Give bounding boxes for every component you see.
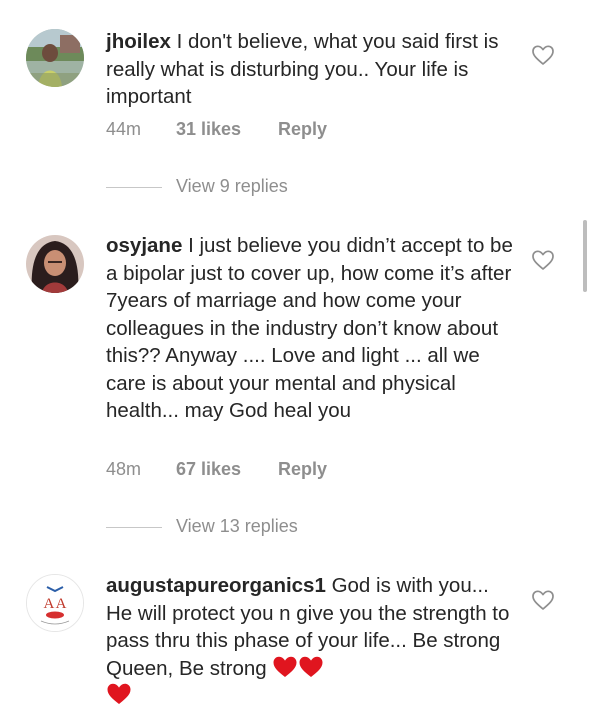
avatar-image — [26, 29, 84, 87]
comment-username[interactable]: augustapureorganics1 — [106, 574, 326, 597]
comment-meta: 44m 31 likes Reply — [106, 119, 327, 140]
comment-username[interactable]: osyjane — [106, 234, 182, 257]
avatar-augustapureorganics1[interactable]: A A — [26, 574, 84, 632]
view-replies-label: View 13 replies — [176, 516, 298, 536]
heart-outline-svg — [532, 250, 554, 270]
view-replies-divider — [106, 186, 162, 188]
comment-text: I just believe you didn’t accept to be a… — [106, 234, 513, 422]
red-heart-emoji — [272, 655, 298, 679]
brand-logo-text: A A — [44, 596, 67, 612]
heart-outline-icon[interactable] — [531, 44, 555, 66]
comment-meta: 48m 67 likes Reply — [106, 459, 327, 480]
avatar-jhoilex[interactable] — [26, 29, 84, 87]
heart-outline-svg — [532, 45, 554, 65]
scrollbar[interactable] — [583, 220, 587, 292]
comment-time: 48m — [106, 459, 142, 479]
view-replies-divider — [106, 526, 162, 528]
comment-text-block: jhoilex I don't believe, what you said f… — [106, 28, 516, 111]
heart-outline-svg — [532, 590, 554, 610]
comment-username[interactable]: jhoilex — [106, 30, 171, 53]
brand-logo-image: A A — [27, 575, 83, 631]
view-replies-label: View 9 replies — [176, 176, 288, 196]
comment-likes[interactable]: 31 likes — [176, 119, 278, 140]
comment-time: 44m — [106, 119, 142, 139]
heart-outline-icon[interactable] — [531, 249, 555, 271]
avatar-osyjane[interactable] — [26, 235, 84, 293]
reply-button[interactable]: Reply — [278, 459, 327, 480]
red-heart-emoji — [106, 682, 132, 706]
view-replies-button[interactable]: View 13 replies — [106, 516, 298, 537]
comment-text-block: osyjane I just believe you didn’t accept… — [106, 232, 516, 425]
comment-text-block: augustapureorganics1 God is with you... … — [106, 572, 516, 710]
view-replies-button[interactable]: View 9 replies — [106, 176, 288, 197]
avatar-image — [26, 235, 84, 293]
comment-likes[interactable]: 67 likes — [176, 459, 278, 480]
heart-outline-icon[interactable] — [531, 589, 555, 611]
red-heart-emoji — [298, 655, 324, 679]
reply-button[interactable]: Reply — [278, 119, 327, 140]
